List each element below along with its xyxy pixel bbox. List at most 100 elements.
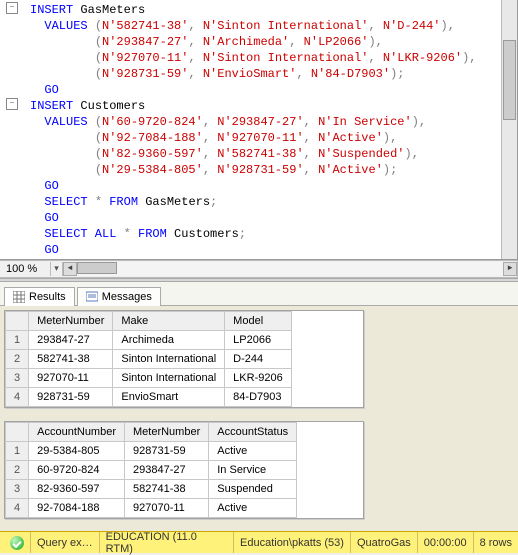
cell[interactable]: 928731-59 xyxy=(29,387,113,406)
tab-results[interactable]: Results xyxy=(4,287,75,306)
message-icon xyxy=(86,291,98,303)
cell[interactable]: In Service xyxy=(209,460,297,479)
cell[interactable]: LKR-9206 xyxy=(225,368,292,387)
row-header[interactable]: 1 xyxy=(6,330,29,349)
code-line[interactable]: GO xyxy=(0,210,517,226)
cell[interactable]: 293847-27 xyxy=(29,330,113,349)
row-header[interactable]: 2 xyxy=(6,460,29,479)
code-line[interactable]: VALUES (N'60-9720-824', N'293847-27', N'… xyxy=(0,114,517,130)
table-row[interactable]: 1293847-27ArchimedaLP2066 xyxy=(6,330,292,349)
token-op: ), xyxy=(462,51,476,65)
code-line[interactable]: (N'928731-59', N'EnvioSmart', N'84-D7903… xyxy=(0,66,517,82)
collapse-toggle-icon[interactable]: − xyxy=(6,2,18,14)
table-row[interactable]: 4928731-59EnvioSmart84-D7903 xyxy=(6,387,292,406)
cell[interactable]: D-244 xyxy=(225,349,292,368)
token-str: N'In Service' xyxy=(318,115,412,129)
table-row[interactable]: 260-9720-824293847-27In Service xyxy=(6,460,297,479)
column-header[interactable]: MeterNumber xyxy=(125,422,209,441)
cell[interactable]: 60-9720-824 xyxy=(29,460,125,479)
cell[interactable]: 84-D7903 xyxy=(225,387,292,406)
column-header[interactable]: Make xyxy=(113,311,225,330)
cell[interactable]: Suspended xyxy=(209,479,297,498)
token-str: N'928731-59' xyxy=(217,163,303,177)
token-op: ( xyxy=(95,51,102,65)
cell[interactable]: LP2066 xyxy=(225,330,292,349)
table-row[interactable]: 129-5384-805928731-59Active xyxy=(6,441,297,460)
token-ident: GasMeters xyxy=(73,3,145,17)
cell[interactable]: 927070-11 xyxy=(29,368,113,387)
row-header[interactable]: 1 xyxy=(6,441,29,460)
scroll-left-icon[interactable]: ◄ xyxy=(63,262,77,276)
zoom-level[interactable]: 100 % xyxy=(0,263,50,275)
cell[interactable]: 582741-38 xyxy=(125,479,209,498)
cell[interactable]: Sinton International xyxy=(113,368,225,387)
grid-corner xyxy=(6,422,29,441)
token-ident: GasMeters xyxy=(138,195,210,209)
token-op: ), xyxy=(412,115,426,129)
scroll-right-icon[interactable]: ► xyxy=(503,262,517,276)
table-row[interactable]: 382-9360-597582741-38Suspended xyxy=(6,479,297,498)
status-server: EDUCATION (11.0 RTM) xyxy=(106,531,227,555)
token-ident xyxy=(30,35,95,49)
row-header[interactable]: 3 xyxy=(6,368,29,387)
token-str: N'29-5384-805' xyxy=(102,163,203,177)
editor-horizontal-scrollbar[interactable]: ◄ ► xyxy=(62,262,517,276)
cell[interactable]: Sinton International xyxy=(113,349,225,368)
column-header[interactable]: AccountStatus xyxy=(209,422,297,441)
token-op: ( xyxy=(95,35,102,49)
code-line[interactable]: −INSERT GasMeters xyxy=(0,2,517,18)
result-grid-1[interactable]: MeterNumberMakeModel1293847-27ArchimedaL… xyxy=(4,310,364,408)
token-str: N'D-244' xyxy=(383,19,441,33)
code-line[interactable]: SELECT ALL * FROM Customers; xyxy=(0,226,517,242)
code-line[interactable]: VALUES (N'582741-38', N'Sinton Internati… xyxy=(0,18,517,34)
cell[interactable]: 92-7084-188 xyxy=(29,498,125,517)
code-line[interactable]: −INSERT Customers xyxy=(0,98,517,114)
token-str: N'582741-38' xyxy=(217,147,303,161)
row-header[interactable]: 4 xyxy=(6,387,29,406)
row-header[interactable]: 2 xyxy=(6,349,29,368)
code-line[interactable]: (N'82-9360-597', N'582741-38', N'Suspend… xyxy=(0,146,517,162)
code-line[interactable]: GO xyxy=(0,82,517,98)
cell[interactable]: 927070-11 xyxy=(125,498,209,517)
cell[interactable]: 928731-59 xyxy=(125,441,209,460)
table-row[interactable]: 2582741-38Sinton InternationalD-244 xyxy=(6,349,292,368)
column-header[interactable]: MeterNumber xyxy=(29,311,113,330)
column-header[interactable]: Model xyxy=(225,311,292,330)
code-line[interactable]: GO xyxy=(0,178,517,194)
editor-vertical-scrollbar[interactable] xyxy=(501,0,517,259)
success-icon xyxy=(10,536,24,550)
cell[interactable]: 293847-27 xyxy=(125,460,209,479)
result-grid-2[interactable]: AccountNumberMeterNumberAccountStatus129… xyxy=(4,421,364,519)
scrollbar-thumb[interactable] xyxy=(77,262,117,274)
collapse-toggle-icon[interactable]: − xyxy=(6,98,18,110)
token-str: N'Archimeda' xyxy=(203,35,289,49)
tab-messages[interactable]: Messages xyxy=(77,287,161,306)
tab-label: Messages xyxy=(102,291,152,303)
zoom-dropdown-icon[interactable]: ▾ xyxy=(50,262,62,276)
cell[interactable]: Active xyxy=(209,441,297,460)
table-row[interactable]: 3927070-11Sinton InternationalLKR-9206 xyxy=(6,368,292,387)
cell[interactable]: EnvioSmart xyxy=(113,387,225,406)
cell[interactable]: Archimeda xyxy=(113,330,225,349)
code-line[interactable]: SELECT * FROM GasMeters; xyxy=(0,194,517,210)
token-str: N'60-9720-824' xyxy=(102,115,203,129)
token-kw: VALUES xyxy=(30,115,95,129)
token-op: , xyxy=(188,67,202,81)
code-line[interactable]: (N'293847-27', N'Archimeda', N'LP2066'), xyxy=(0,34,517,50)
code-line[interactable]: (N'92-7084-188', N'927070-11', N'Active'… xyxy=(0,130,517,146)
row-header[interactable]: 3 xyxy=(6,479,29,498)
cell[interactable]: 82-9360-597 xyxy=(29,479,125,498)
sql-editor[interactable]: −INSERT GasMeters VALUES (N'582741-38', … xyxy=(0,0,518,260)
scrollbar-thumb[interactable] xyxy=(503,40,516,120)
row-header[interactable]: 4 xyxy=(6,498,29,517)
code-line[interactable]: (N'29-5384-805', N'928731-59', N'Active'… xyxy=(0,162,517,178)
column-header[interactable]: AccountNumber xyxy=(29,422,125,441)
cell[interactable]: 582741-38 xyxy=(29,349,113,368)
table-row[interactable]: 492-7084-188927070-11Active xyxy=(6,498,297,517)
code-line[interactable]: (N'927070-11', N'Sinton International', … xyxy=(0,50,517,66)
token-kw: FROM xyxy=(138,227,167,241)
token-op: , xyxy=(368,19,382,33)
cell[interactable]: Active xyxy=(209,498,297,517)
code-line[interactable]: GO xyxy=(0,242,517,258)
cell[interactable]: 29-5384-805 xyxy=(29,441,125,460)
